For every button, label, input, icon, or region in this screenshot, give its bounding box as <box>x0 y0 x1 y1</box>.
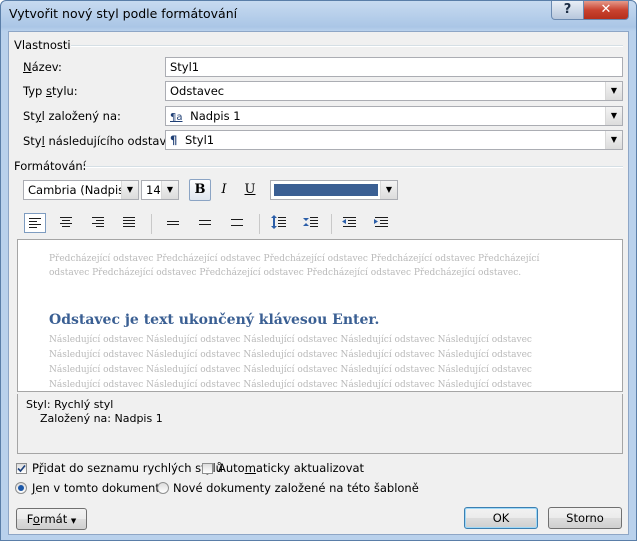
increase-indent-icon <box>374 217 388 227</box>
font-color-select[interactable]: ▼ <box>270 180 398 200</box>
chevron-down-icon[interactable]: ▼ <box>121 181 138 199</box>
font-name-select[interactable]: Cambria (Nadpisy) ▼ <box>23 180 139 200</box>
auto-update-checkbox[interactable] <box>202 463 213 474</box>
align-left-button[interactable] <box>24 213 46 233</box>
justify-button[interactable] <box>119 213 141 233</box>
paragraph-mark-icon: ¶ <box>170 133 178 147</box>
single-spacing-button[interactable] <box>163 213 185 233</box>
cancel-button[interactable]: Storno <box>548 507 622 529</box>
spacing-increase-icon <box>271 215 286 229</box>
chevron-down-icon[interactable]: ▼ <box>605 82 622 100</box>
increase-paragraph-spacing-button[interactable] <box>269 213 291 233</box>
align-center-icon <box>60 217 72 227</box>
bold-button[interactable]: B <box>189 179 211 201</box>
single-spacing-icon <box>167 221 179 225</box>
ok-button[interactable]: OK <box>464 507 538 529</box>
chevron-down-icon[interactable]: ▼ <box>605 107 622 125</box>
style-type-value: Odstavec <box>170 84 225 98</box>
toolbar-separator <box>151 214 152 234</box>
chevron-down-icon: ▼ <box>70 517 77 525</box>
font-size-select[interactable]: 14 ▼ <box>141 180 179 200</box>
one-half-spacing-icon <box>199 220 211 225</box>
help-button[interactable]: ? <box>551 1 584 20</box>
preview-previous-paragraph: Předcházející odstavec Předcházející ods… <box>49 254 540 278</box>
preview-following-line: Následující odstavec Následující odstave… <box>49 335 532 345</box>
spacing-decrease-icon <box>303 217 318 227</box>
style-type-label: Typ stylu: <box>23 84 78 98</box>
description-line: Založený na: Nadpis 1 <box>40 412 163 425</box>
chevron-down-icon[interactable]: ▼ <box>605 131 622 149</box>
align-center-button[interactable] <box>56 213 78 233</box>
based-on-value: Nadpis 1 <box>190 109 241 123</box>
justify-icon <box>123 217 135 227</box>
new-documents-label[interactable]: Nové dokumenty založené na této šabloně <box>173 481 419 495</box>
font-size-value: 14 <box>146 183 161 197</box>
close-button[interactable]: ✕ <box>583 1 629 20</box>
chevron-down-icon[interactable]: ▼ <box>161 181 178 199</box>
new-documents-radio[interactable] <box>157 482 169 494</box>
align-right-icon <box>92 217 104 227</box>
underline-button[interactable]: U <box>239 179 261 201</box>
increase-indent-button[interactable] <box>371 213 393 233</box>
chevron-down-icon[interactable]: ▼ <box>380 181 397 199</box>
formatting-section-label: Formátování <box>14 159 86 173</box>
decrease-paragraph-spacing-button[interactable] <box>301 213 323 233</box>
based-on-select[interactable]: ¶a Nadpis 1 ▼ <box>165 106 623 126</box>
font-color-swatch <box>274 184 378 196</box>
preview-sample-text: Odstavec je text ukončený klávesou Enter… <box>49 312 380 328</box>
next-style-label: Styl následujícího odstavce: <box>23 134 184 148</box>
name-input[interactable]: Styl1 <box>165 57 623 77</box>
checkmark-icon <box>17 464 26 473</box>
title-bar[interactable]: Vytvořit nový styl podle formátování ? ✕ <box>1 1 636 27</box>
next-style-select[interactable]: ¶ Styl1 ▼ <box>165 130 623 150</box>
auto-update-label[interactable]: Automaticky aktualizovat <box>218 461 364 475</box>
italic-button[interactable]: I <box>213 179 235 201</box>
format-menu-button[interactable]: Formát ▼ <box>16 508 87 530</box>
one-half-spacing-button[interactable] <box>195 213 217 233</box>
preview-following-line: Následující odstavec Následující odstave… <box>49 380 532 390</box>
style-description: Styl: Rychlý styl Založený na: Nadpis 1 <box>17 394 623 454</box>
double-spacing-button[interactable] <box>227 213 249 233</box>
toolbar-separator <box>259 214 260 234</box>
style-preview: Předcházející odstavec Předcházející ods… <box>17 239 623 392</box>
next-style-value: Styl1 <box>184 133 215 147</box>
double-spacing-icon <box>231 219 243 226</box>
preview-following-line: Následující odstavec Následující odstave… <box>49 350 532 360</box>
based-on-label: Styl založený na: <box>23 109 121 123</box>
name-label: Název: <box>23 60 62 74</box>
preview-following-line: Následující odstavec Následující odstave… <box>49 365 532 375</box>
formatting-divider <box>83 166 623 168</box>
only-this-document-radio[interactable] <box>15 482 27 494</box>
decrease-indent-icon <box>342 217 356 227</box>
align-right-button[interactable] <box>88 213 110 233</box>
only-this-document-label[interactable]: Jen v tomto dokumentu <box>32 481 167 495</box>
window-title: Vytvořit nový styl podle formátování <box>9 6 238 21</box>
dialog-window: Vytvořit nový styl podle formátování ? ✕… <box>0 0 637 541</box>
style-type-select[interactable]: Odstavec ▼ <box>165 81 623 101</box>
description-line: Styl: Rychlý styl <box>26 398 114 411</box>
properties-divider <box>71 45 623 47</box>
radio-selected-dot <box>18 485 24 491</box>
align-left-icon <box>29 218 41 228</box>
font-name-value: Cambria (Nadpisy) <box>28 183 136 197</box>
quick-style-label[interactable]: Přidat do seznamu rychlých stylů <box>32 461 223 475</box>
quick-style-checkbox[interactable] <box>16 463 27 474</box>
toolbar-separator <box>331 214 332 234</box>
linked-style-icon: ¶a <box>170 112 183 123</box>
decrease-indent-button[interactable] <box>339 213 361 233</box>
properties-section-label: Vlastnosti <box>14 38 71 52</box>
